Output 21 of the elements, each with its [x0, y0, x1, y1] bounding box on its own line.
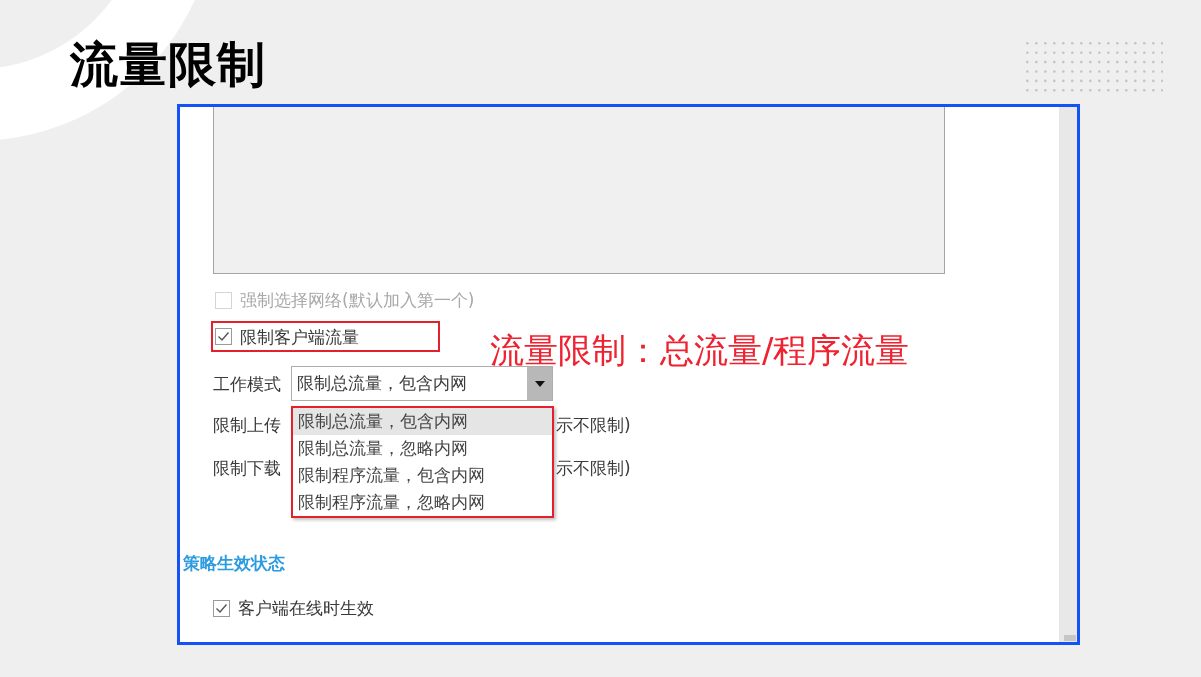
dropdown-option[interactable]: 限制程序流量，包含内网 — [293, 462, 552, 489]
annotation-text: 流量限制：总流量/程序流量 — [490, 331, 910, 369]
checkbox-label[interactable]: 限制客户端流量 — [240, 325, 359, 348]
dropdown-option[interactable]: 限制总流量，忽略内网 — [293, 435, 552, 462]
slide-title: 流量限制 — [70, 35, 266, 94]
checkbox[interactable] — [215, 328, 232, 345]
dropdown-option[interactable]: 限制程序流量，忽略内网 — [293, 489, 552, 516]
field-label: 工作模式 — [213, 372, 282, 396]
field-label: 限制下载 — [213, 457, 281, 480]
dropdown-option[interactable]: 限制总流量，包含内网 — [293, 408, 552, 435]
scrollbar-track[interactable] — [1059, 107, 1077, 642]
checkbox-label[interactable]: 客户端在线时生效 — [238, 597, 374, 619]
dropdown-button[interactable] — [527, 367, 552, 400]
scrollbar-thumb[interactable] — [1064, 635, 1076, 641]
caret-icon — [534, 380, 545, 387]
select-box[interactable]: 限制总流量，包含内网 — [291, 366, 553, 401]
checkbox[interactable] — [213, 599, 230, 617]
section-heading: 策略生效状态 — [183, 552, 285, 575]
hint-text: 示不限制) — [556, 414, 631, 437]
hint-text: 示不限制) — [556, 457, 631, 480]
field-label: 限制上传 — [213, 414, 281, 437]
